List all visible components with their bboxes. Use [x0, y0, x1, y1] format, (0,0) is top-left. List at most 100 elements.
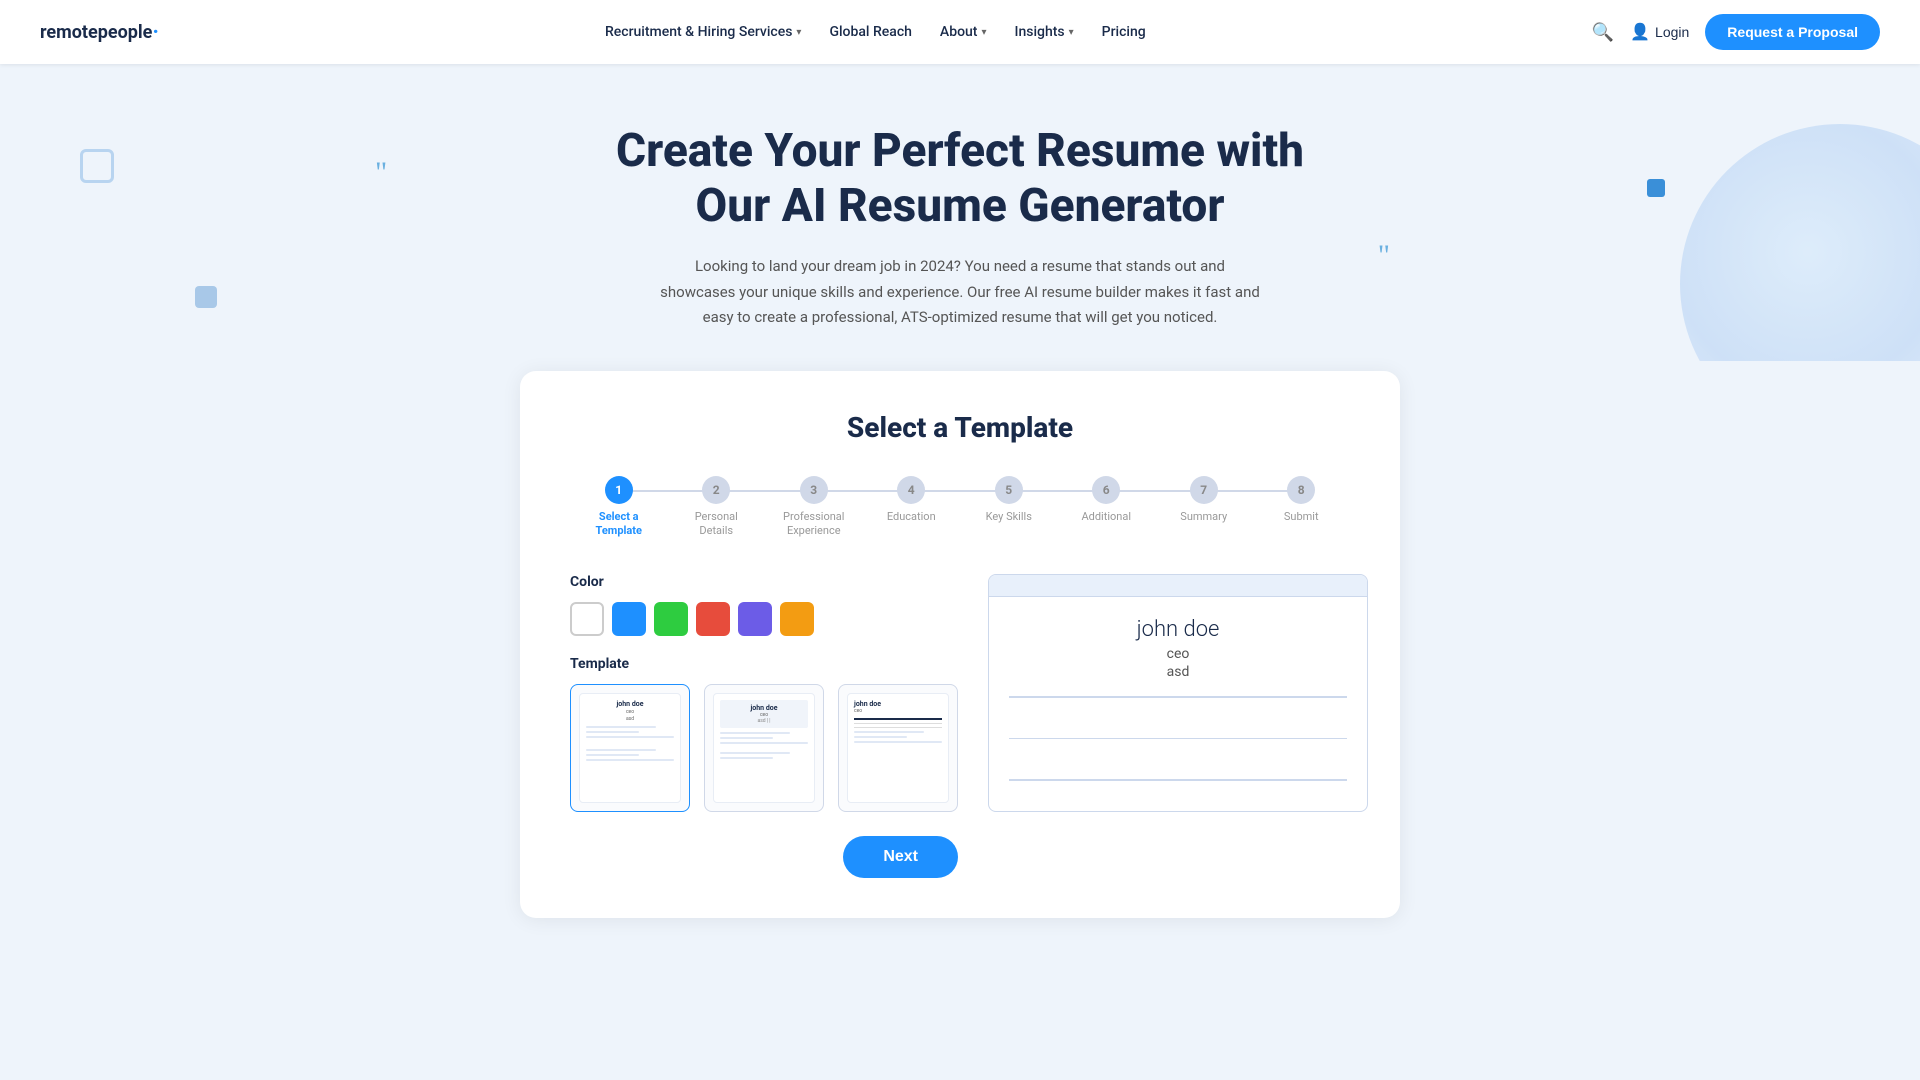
step-6[interactable]: 6 Additional [1058, 476, 1156, 524]
deco-circle-bg [1680, 124, 1920, 361]
step-1[interactable]: 1 Select aTemplate [570, 476, 668, 539]
tmpl2-name: john doe [724, 704, 804, 712]
chevron-down-icon-insights: ▾ [1069, 27, 1074, 38]
tmpl1-line1 [586, 726, 656, 728]
preview-divider-1 [1009, 696, 1347, 698]
step-label-2: PersonalDetails [695, 510, 738, 539]
step-8[interactable]: 8 Submit [1253, 476, 1351, 524]
tmpl3-header: john doe ceo [854, 700, 942, 714]
brand-name-part2: people [98, 22, 153, 43]
step-label-1: Select aTemplate [596, 510, 642, 539]
user-icon: 👤 [1630, 22, 1650, 42]
step-progress: 1 Select aTemplate 2 PersonalDetails 3 P… [570, 476, 1350, 539]
tmpl1-line6 [586, 759, 674, 761]
brand-logo[interactable]: remotepeople· [40, 20, 159, 45]
template-card-2[interactable]: john doe ceo asd | | [704, 684, 824, 812]
color-swatch-white[interactable] [570, 602, 604, 636]
deco-square-outline [80, 149, 114, 183]
color-label: Color [570, 574, 958, 590]
template-mini-2: john doe ceo asd | | [713, 693, 815, 803]
hero-section: " " Create Your Perfect Resume with Our … [0, 64, 1920, 361]
preview-top-bar [989, 575, 1367, 597]
step-2[interactable]: 2 PersonalDetails [668, 476, 766, 539]
nav-links: Recruitment & Hiring Services ▾ Global R… [605, 24, 1146, 40]
chevron-down-icon: ▾ [796, 27, 801, 38]
two-col-layout: Color Template john doe ceo asd [570, 574, 1350, 878]
color-swatch-green[interactable] [654, 602, 688, 636]
step-circle-6: 6 [1092, 476, 1120, 504]
proposal-button[interactable]: Request a Proposal [1705, 14, 1880, 50]
card-title: Select a Template [570, 411, 1350, 444]
deco-quote-close: " [1378, 239, 1390, 273]
tmpl3-role: ceo [854, 708, 881, 714]
tmpl2-line5 [720, 757, 773, 759]
tmpl3-name: john doe [854, 700, 881, 708]
deco-square-blue [195, 286, 217, 308]
step-circle-3: 3 [800, 476, 828, 504]
color-swatches [570, 602, 958, 636]
nav-item-about[interactable]: About ▾ [940, 24, 987, 40]
proposal-label: Request a Proposal [1727, 24, 1858, 40]
tmpl1-line5 [586, 754, 639, 756]
nav-item-insights[interactable]: Insights ▾ [1015, 24, 1074, 40]
brand-name-part1: remote [40, 22, 98, 43]
preview-name: john doe [1009, 617, 1347, 642]
step-circle-4: 4 [897, 476, 925, 504]
tmpl1-line4 [586, 749, 656, 751]
template-card-3[interactable]: john doe ceo [838, 684, 958, 812]
brand-dot: · [152, 20, 159, 45]
template-card-1[interactable]: john doe ceo asd [570, 684, 690, 812]
step-label-6: Additional [1081, 510, 1131, 524]
step-label-8: Submit [1284, 510, 1319, 524]
step-7[interactable]: 7 Summary [1155, 476, 1253, 524]
template-grid: john doe ceo asd [570, 684, 958, 812]
step-3[interactable]: 3 ProfessionalExperience [765, 476, 863, 539]
tmpl1-line3 [586, 736, 674, 738]
color-swatch-orange[interactable] [780, 602, 814, 636]
color-swatch-purple[interactable] [738, 602, 772, 636]
tmpl3-divider2 [854, 723, 942, 724]
tmpl2-loc: asd | | [724, 718, 804, 724]
template-mini-3: john doe ceo [847, 693, 949, 803]
step-label-7: Summary [1180, 510, 1227, 524]
step-label-4: Education [887, 510, 936, 524]
tmpl3-line3 [854, 741, 942, 743]
tmpl2-line3 [720, 742, 808, 744]
deco-rect-top-right [1647, 179, 1665, 197]
preview-gap-2 [1009, 749, 1347, 779]
step-circle-5: 5 [995, 476, 1023, 504]
nav-label-insights: Insights [1015, 24, 1065, 40]
hero-subtitle: Looking to land your dream job in 2024? … [660, 254, 1260, 331]
tmpl1-name: john doe [586, 700, 674, 708]
preview-divider-3 [1009, 779, 1347, 781]
main-card: Select a Template 1 Select aTemplate 2 P… [520, 371, 1400, 919]
nav-item-recruitment[interactable]: Recruitment & Hiring Services ▾ [605, 24, 802, 40]
step-circle-2: 2 [702, 476, 730, 504]
color-swatch-red[interactable] [696, 602, 730, 636]
navbar: remotepeople· Recruitment & Hiring Servi… [0, 0, 1920, 64]
next-button[interactable]: Next [843, 836, 958, 878]
tmpl2-line4 [720, 752, 790, 754]
tmpl2-line1 [720, 732, 790, 734]
tmpl1-line2 [586, 731, 639, 733]
login-button[interactable]: 👤 Login [1630, 22, 1689, 42]
nav-item-global[interactable]: Global Reach [829, 24, 911, 40]
preview-gap-1 [1009, 708, 1347, 738]
nav-item-pricing[interactable]: Pricing [1102, 24, 1146, 40]
color-swatch-blue[interactable] [612, 602, 646, 636]
tmpl2-line2 [720, 737, 773, 739]
search-button[interactable]: 🔍 [1592, 22, 1614, 43]
preview-content: john doe ceo asd [989, 597, 1367, 811]
nav-label-global: Global Reach [829, 24, 911, 40]
nav-label-recruitment: Recruitment & Hiring Services [605, 24, 792, 40]
step-label-5: Key Skills [986, 510, 1032, 524]
chevron-down-icon-about: ▾ [981, 27, 986, 38]
nav-label-pricing: Pricing [1102, 24, 1146, 40]
template-label: Template [570, 656, 958, 672]
step-4[interactable]: 4 Education [863, 476, 961, 524]
tmpl3-line1 [854, 731, 924, 733]
tmpl1-role: ceo [586, 709, 674, 715]
step-5[interactable]: 5 Key Skills [960, 476, 1058, 524]
step-circle-1: 1 [605, 476, 633, 504]
tmpl2-header: john doe ceo asd | | [720, 700, 808, 728]
